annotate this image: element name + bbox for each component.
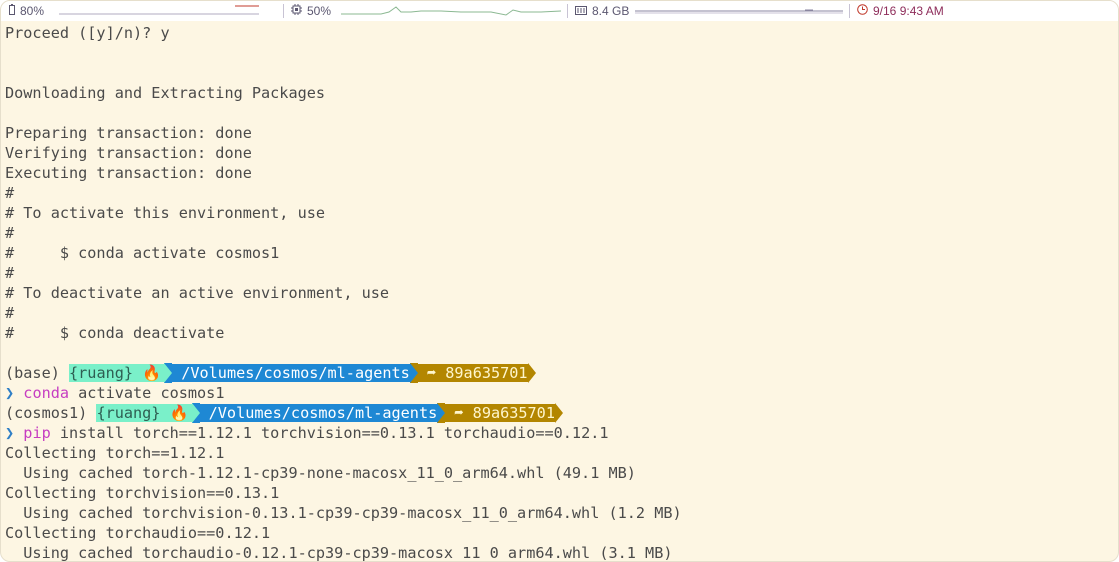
line-text: Using cached torchvision-0.13.1-cp39-cp3… <box>5 504 682 522</box>
line-text: Preparing transaction: done <box>5 124 252 142</box>
terminal-window: 80% 50% 8.4 GB 9/16 9:43 AM Proceed ([y]… <box>0 0 1119 562</box>
prompt-arrow-icon: ❯ <box>5 424 24 442</box>
conda-env-label: (base) <box>5 364 70 382</box>
terminal-line: # To activate this environment, use <box>5 203 1115 223</box>
line-text: activate cosmos1 <box>69 384 225 402</box>
line-text: # To activate this environment, use <box>5 204 326 222</box>
memory-value: 8.4 GB <box>592 4 630 18</box>
terminal-line: Proceed ([y]/n)? y <box>5 23 1115 43</box>
battery-graph <box>59 5 259 15</box>
cpu-graph <box>341 6 561 16</box>
shell-prompt-line: (cosmos1) {ruang} 🔥 /Volumes/cosmos/ml-a… <box>5 403 1115 423</box>
command-name: conda <box>23 384 70 402</box>
line-text: Using cached torch-1.12.1-cp39-none-maco… <box>5 464 636 482</box>
prompt-chevron-icon <box>164 363 173 383</box>
cpu-widget: 50% <box>291 1 331 21</box>
terminal-line: ❯ conda activate cosmos1 <box>5 383 1115 403</box>
terminal-line: ❯ pip install torch==1.12.1 torchvision=… <box>5 423 1115 443</box>
prompt-chevron-icon <box>527 363 536 383</box>
line-text: # <box>5 264 15 282</box>
shell-prompt-line: (base) {ruang} 🔥 /Volumes/cosmos/ml-agen… <box>5 363 1115 383</box>
clock-widget: 9/16 9:43 AM <box>857 1 944 21</box>
terminal-line: # <box>5 183 1115 203</box>
line-text: Downloading and Extracting Packages <box>5 84 326 102</box>
line-text: install torch==1.12.1 torchvision==0.13.… <box>50 424 609 442</box>
line-text: # $ conda activate cosmos1 <box>5 244 280 262</box>
status-separator <box>283 4 284 18</box>
prompt-chevron-icon <box>409 363 418 383</box>
line-text: # $ conda deactivate <box>5 324 225 342</box>
line-text: Verifying transaction: done <box>5 144 252 162</box>
cpu-value: 50% <box>307 4 332 18</box>
terminal-line: # <box>5 303 1115 323</box>
battery-widget: 80% <box>9 1 44 21</box>
terminal-line: Collecting torch==1.12.1 <box>5 443 1115 463</box>
terminal-output[interactable]: Proceed ([y]/n)? y Downloading and Extrac… <box>5 23 1115 562</box>
line-text: Collecting torch==1.12.1 <box>5 444 225 462</box>
line-text: Executing transaction: done <box>5 164 252 182</box>
terminal-line: Collecting torchaudio==0.12.1 <box>5 523 1115 543</box>
prompt-path-segment: /Volumes/cosmos/ml-agents <box>172 364 410 382</box>
line-text: # <box>5 224 15 242</box>
terminal-line: Preparing transaction: done <box>5 123 1115 143</box>
terminal-line: Using cached torchaudio-0.12.1-cp39-cp39… <box>5 543 1115 562</box>
terminal-line: Executing transaction: done <box>5 163 1115 183</box>
clock-icon <box>857 4 868 18</box>
status-separator <box>849 4 850 18</box>
prompt-chevron-icon <box>554 403 563 423</box>
terminal-line: # $ conda activate cosmos1 <box>5 243 1115 263</box>
prompt-git-segment: ➦ 89a635701 <box>445 404 555 422</box>
terminal-line: Using cached torch-1.12.1-cp39-none-maco… <box>5 463 1115 483</box>
line-text: # <box>5 304 15 322</box>
memory-widget: 8.4 GB <box>575 1 629 21</box>
prompt-user-segment: {ruang} 🔥 <box>96 404 192 422</box>
command-name: pip <box>23 424 51 442</box>
terminal-line: # <box>5 223 1115 243</box>
battery-value: 80% <box>20 4 45 18</box>
prompt-path-segment: /Volumes/cosmos/ml-agents <box>199 404 438 422</box>
terminal-line: # To deactivate an active environment, u… <box>5 283 1115 303</box>
terminal-line: Downloading and Extracting Packages <box>5 83 1115 103</box>
prompt-git-segment: ➦ 89a635701 <box>417 364 528 382</box>
line-text: # <box>5 184 15 202</box>
prompt-user-segment: {ruang} 🔥 <box>69 364 165 382</box>
conda-env-label: (cosmos1) <box>5 404 97 422</box>
terminal-line: # $ conda deactivate <box>5 323 1115 343</box>
cpu-icon <box>291 4 302 18</box>
line-text: Using cached torchaudio-0.12.1-cp39-cp39… <box>5 544 673 562</box>
terminal-line: # <box>5 263 1115 283</box>
line-text: # To deactivate an active environment, u… <box>5 284 390 302</box>
clock-value: 9/16 9:43 AM <box>873 4 944 18</box>
terminal-line: Verifying transaction: done <box>5 143 1115 163</box>
status-bar: 80% 50% 8.4 GB 9/16 9:43 AM <box>1 1 1118 21</box>
terminal-line: Using cached torchvision-0.13.1-cp39-cp3… <box>5 503 1115 523</box>
battery-icon <box>9 4 15 18</box>
line-text: Proceed ([y]/n)? y <box>5 24 170 42</box>
terminal-line: Collecting torchvision==0.13.1 <box>5 483 1115 503</box>
line-text: Collecting torchvision==0.13.1 <box>5 484 280 502</box>
prompt-arrow-icon: ❯ <box>5 384 24 402</box>
memory-graph <box>635 9 843 14</box>
memory-icon <box>575 4 587 18</box>
prompt-chevron-icon <box>191 403 200 423</box>
status-separator <box>567 4 568 18</box>
line-text: Collecting torchaudio==0.12.1 <box>5 524 271 542</box>
